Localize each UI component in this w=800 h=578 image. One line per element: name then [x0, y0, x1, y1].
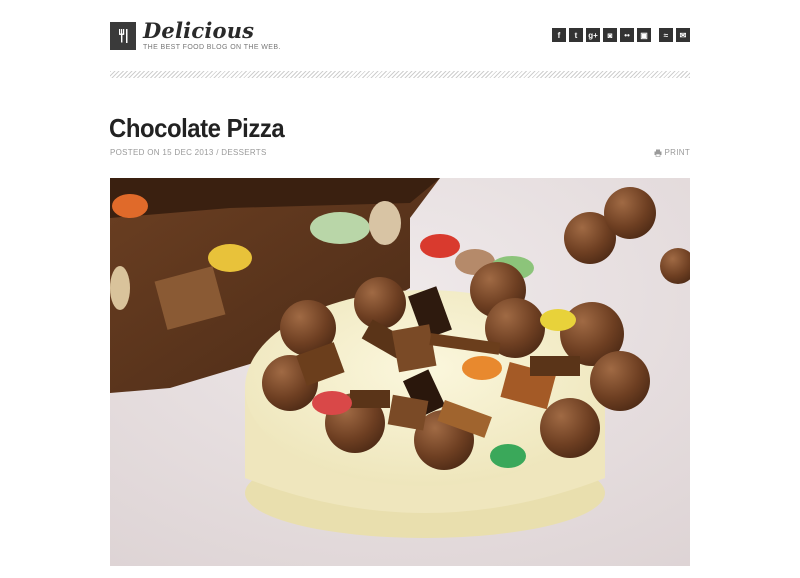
- subscribe-links: ≈ ✉: [659, 28, 690, 42]
- email-icon[interactable]: ✉: [676, 28, 690, 42]
- site-tagline: THE BEST FOOD BLOG ON THE WEB.: [143, 44, 281, 51]
- pinterest-icon[interactable]: ▣: [637, 28, 651, 42]
- header-divider: [110, 71, 690, 78]
- site-logo[interactable]: [110, 22, 136, 50]
- instagram-icon[interactable]: ◙: [603, 28, 617, 42]
- featured-image: [110, 178, 690, 566]
- google-plus-icon[interactable]: g+: [586, 28, 600, 42]
- brand-name[interactable]: Delicious: [143, 18, 254, 43]
- social-links: f t g+ ◙ •• ▣: [552, 28, 651, 42]
- post-meta: POSTED ON 15 DEC 2013 / DESSERTS: [110, 148, 267, 157]
- twitter-icon[interactable]: t: [569, 28, 583, 42]
- facebook-icon[interactable]: f: [552, 28, 566, 42]
- rss-icon[interactable]: ≈: [659, 28, 673, 42]
- print-label: PRINT: [664, 148, 690, 157]
- printer-icon: [654, 149, 661, 157]
- fork-knife-icon: [119, 29, 128, 43]
- print-button[interactable]: PRINT: [654, 148, 691, 157]
- post-title: Chocolate Pizza: [109, 113, 285, 143]
- flickr-icon[interactable]: ••: [620, 28, 634, 42]
